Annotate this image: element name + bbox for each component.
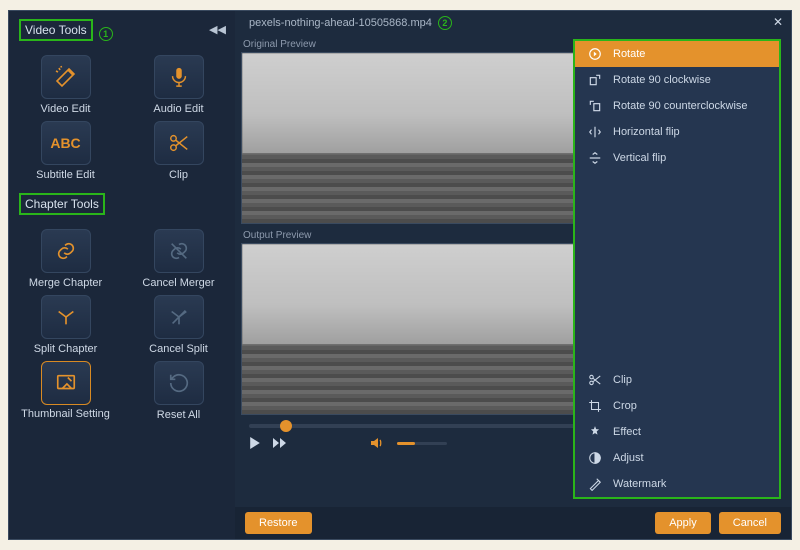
- panel-hflip-label: Horizontal flip: [613, 126, 680, 138]
- video-tools-heading: Video Tools: [19, 19, 93, 41]
- panel-rotate-cw-label: Rotate 90 clockwise: [613, 74, 711, 86]
- panel-clip[interactable]: Clip: [575, 367, 779, 393]
- wand-icon: [54, 65, 78, 89]
- audio-edit-tool[interactable]: Audio Edit: [132, 55, 225, 115]
- panel-vflip-label: Vertical flip: [613, 152, 666, 164]
- watermark-icon: [587, 477, 603, 491]
- subtitle-edit-tool[interactable]: ABC Subtitle Edit: [19, 121, 112, 181]
- panel-hflip[interactable]: Horizontal flip: [575, 119, 779, 145]
- cancel-split-label: Cancel Split: [149, 343, 208, 355]
- close-icon[interactable]: ✕: [773, 15, 783, 29]
- split-chapter-tool[interactable]: Split Chapter: [19, 295, 112, 355]
- footer: Restore Apply Cancel: [235, 507, 791, 539]
- panel-rotate-label: Rotate: [613, 48, 645, 60]
- link-icon: [55, 240, 77, 262]
- video-edit-label: Video Edit: [41, 103, 91, 115]
- panel-watermark[interactable]: Watermark: [575, 471, 779, 497]
- collapse-sidebar-icon[interactable]: ◀◀: [209, 23, 226, 36]
- thumbnail-icon: [55, 372, 77, 394]
- crop-icon: [587, 399, 603, 413]
- fast-forward-icon[interactable]: [273, 437, 287, 449]
- clip-icon: [587, 373, 603, 387]
- cancel-merger-tool[interactable]: Cancel Merger: [132, 229, 225, 289]
- reset-all-label: Reset All: [157, 409, 200, 421]
- panel-rotate-cw[interactable]: Rotate 90 clockwise: [575, 67, 779, 93]
- titlebar: pexels-nothing-ahead-10505868.mp4 2 ✕: [235, 11, 791, 35]
- rotate-cw-icon: [587, 73, 603, 87]
- annotation-badge-1: 1: [99, 27, 113, 41]
- panel-effect[interactable]: Effect: [575, 419, 779, 445]
- adjust-icon: [587, 451, 603, 465]
- main-area: pexels-nothing-ahead-10505868.mp4 2 ✕ Or…: [235, 11, 791, 539]
- thumbnail-setting-label: Thumbnail Setting: [21, 409, 110, 421]
- thumbnail-setting-tool[interactable]: Thumbnail Setting: [19, 361, 112, 421]
- cancel-merger-label: Cancel Merger: [142, 277, 214, 289]
- chapter-tools-grid: Merge Chapter Cancel Merger Split Chapte…: [19, 229, 225, 421]
- panel-adjust-label: Adjust: [613, 452, 644, 464]
- reset-icon: [168, 372, 190, 394]
- panel-rotate-ccw[interactable]: Rotate 90 counterclockwise: [575, 93, 779, 119]
- play-icon[interactable]: [249, 437, 261, 449]
- volume-icon[interactable]: [371, 437, 385, 449]
- volume-slider[interactable]: [397, 442, 447, 445]
- panel-clip-label: Clip: [613, 374, 632, 386]
- abc-icon: ABC: [50, 135, 80, 151]
- edit-panel: Rotate Rotate 90 clockwise Rotate 90 cou…: [573, 39, 781, 499]
- panel-crop-label: Crop: [613, 400, 637, 412]
- rotate-ccw-icon: [587, 99, 603, 113]
- cancel-split-icon: [168, 306, 190, 328]
- chapter-tools-heading: Chapter Tools: [19, 193, 105, 215]
- scissors-icon: [168, 132, 190, 154]
- cancel-split-tool[interactable]: Cancel Split: [132, 295, 225, 355]
- cancel-button[interactable]: Cancel: [719, 512, 781, 534]
- effect-icon: [587, 425, 603, 439]
- panel-watermark-label: Watermark: [613, 478, 666, 490]
- subtitle-edit-label: Subtitle Edit: [36, 169, 95, 181]
- apply-button[interactable]: Apply: [655, 512, 711, 534]
- audio-edit-label: Audio Edit: [153, 103, 203, 115]
- panel-vflip[interactable]: Vertical flip: [575, 145, 779, 171]
- merge-chapter-tool[interactable]: Merge Chapter: [19, 229, 112, 289]
- panel-rotate[interactable]: Rotate: [575, 41, 779, 67]
- reset-all-tool[interactable]: Reset All: [132, 361, 225, 421]
- panel-effect-label: Effect: [613, 426, 641, 438]
- unlink-icon: [168, 240, 190, 262]
- filename-label: pexels-nothing-ahead-10505868.mp4: [249, 17, 432, 29]
- panel-rotate-ccw-label: Rotate 90 counterclockwise: [613, 100, 748, 112]
- sidebar: ◀◀ Video Tools 1 Video Edit Audio Edit A…: [9, 11, 235, 539]
- microphone-icon: [168, 66, 190, 88]
- clip-label: Clip: [169, 169, 188, 181]
- vflip-icon: [587, 151, 603, 165]
- merge-chapter-label: Merge Chapter: [29, 277, 102, 289]
- hflip-icon: [587, 125, 603, 139]
- rotate-icon: [587, 47, 603, 61]
- video-edit-tool[interactable]: Video Edit: [19, 55, 112, 115]
- video-tools-grid: Video Edit Audio Edit ABC Subtitle Edit …: [19, 55, 225, 181]
- annotation-badge-2: 2: [438, 16, 452, 30]
- panel-crop[interactable]: Crop: [575, 393, 779, 419]
- panel-adjust[interactable]: Adjust: [575, 445, 779, 471]
- restore-button[interactable]: Restore: [245, 512, 312, 534]
- app-window: ◀◀ Video Tools 1 Video Edit Audio Edit A…: [8, 10, 792, 540]
- split-icon: [55, 306, 77, 328]
- split-chapter-label: Split Chapter: [34, 343, 98, 355]
- clip-tool[interactable]: Clip: [132, 121, 225, 181]
